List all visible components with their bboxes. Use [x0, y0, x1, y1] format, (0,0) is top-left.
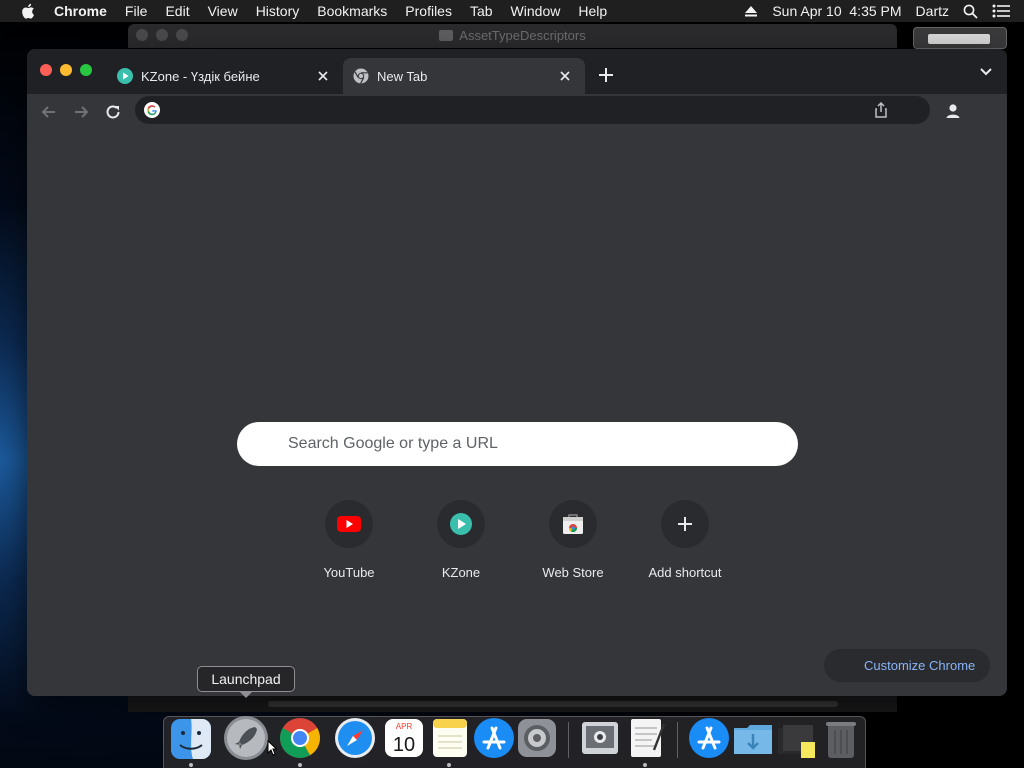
- preview-icon[interactable]: [578, 716, 622, 760]
- shortcut-tile: [661, 500, 709, 548]
- profile-avatar-icon[interactable]: [942, 100, 964, 122]
- running-indicator: [189, 763, 193, 767]
- calendar-icon[interactable]: APR 10: [382, 716, 426, 760]
- chrome-window: KZone - Үздік бейне New Tab Search Googl…: [27, 49, 1007, 696]
- finder-icon[interactable]: [169, 717, 213, 761]
- shortcut-label: YouTube: [323, 565, 375, 580]
- eject-icon[interactable]: [744, 5, 758, 17]
- menu-bar: Chrome File Edit View History Bookmarks …: [0, 0, 1024, 22]
- new-tab-page: Search Google or type a URL YouTube KZon…: [27, 130, 1007, 696]
- system-preferences-icon[interactable]: [515, 716, 559, 760]
- search-box[interactable]: Search Google or type a URL: [237, 422, 798, 466]
- app-store-icon[interactable]: [472, 716, 516, 760]
- folder-icon: [439, 30, 454, 41]
- textedit-icon[interactable]: [624, 716, 668, 760]
- notes-icon[interactable]: [428, 716, 472, 760]
- google-g-icon: [144, 102, 160, 118]
- app-store-icon[interactable]: [687, 716, 731, 760]
- background-window-scrollbar: [128, 696, 897, 712]
- background-window-title: AssetTypeDescriptors: [459, 28, 586, 43]
- running-indicator: [298, 763, 302, 767]
- shortcut-kzone[interactable]: KZone: [405, 500, 517, 580]
- shortcut-youtube[interactable]: YouTube: [293, 500, 405, 580]
- new-tab-plus-icon[interactable]: [596, 65, 616, 85]
- dock-separator: [568, 722, 569, 758]
- running-indicator: [643, 763, 647, 767]
- mouse-cursor-icon: [267, 740, 277, 756]
- close-icon[interactable]: [315, 68, 331, 84]
- shortcut-label: KZone: [441, 565, 481, 580]
- chrome-icon: [353, 68, 369, 84]
- menu-view[interactable]: View: [208, 3, 238, 19]
- safari-icon[interactable]: [333, 716, 377, 760]
- trash-icon[interactable]: [819, 716, 863, 760]
- customize-chrome-button[interactable]: Customize Chrome: [824, 649, 990, 682]
- menu-file[interactable]: File: [125, 3, 148, 19]
- address-bar[interactable]: [135, 96, 930, 124]
- plus-icon: [678, 517, 692, 531]
- share-icon[interactable]: [874, 102, 888, 118]
- menu-user[interactable]: Dartz: [916, 3, 949, 19]
- menu-window[interactable]: Window: [511, 3, 561, 19]
- shortcut-add[interactable]: Add shortcut: [629, 500, 741, 580]
- menu-date-time[interactable]: Sun Apr 10 4:35 PM: [772, 3, 901, 19]
- tab-title: New Tab: [377, 68, 428, 84]
- menu-app-name[interactable]: Chrome: [54, 3, 107, 19]
- calendar-day: 10: [393, 734, 415, 756]
- menu-tab[interactable]: Tab: [470, 3, 493, 19]
- menu-history[interactable]: History: [256, 3, 300, 19]
- tab-strip: KZone - Үздік бейне New Tab: [27, 49, 1007, 94]
- downloads-folder-icon[interactable]: [731, 716, 775, 760]
- window-minimize-button[interactable]: [60, 64, 72, 76]
- control-center-icon[interactable]: [992, 4, 1010, 18]
- shortcut-tile: [437, 500, 485, 548]
- running-indicator: [447, 763, 451, 767]
- kzone-icon: [450, 513, 472, 535]
- shortcut-label: Web Store: [542, 565, 604, 580]
- shortcut-web-store[interactable]: Web Store: [517, 500, 629, 580]
- window-close-button[interactable]: [40, 64, 52, 76]
- dock-separator: [677, 722, 678, 758]
- shortcut-tile: [549, 500, 597, 548]
- youtube-icon: [337, 516, 361, 532]
- menu-bookmarks[interactable]: Bookmarks: [317, 3, 387, 19]
- toolbar: [27, 94, 1007, 130]
- background-window[interactable]: AssetTypeDescriptors: [128, 24, 897, 48]
- spotlight-search-icon[interactable]: [963, 4, 978, 19]
- chrome-app-icon[interactable]: [278, 716, 322, 760]
- shortcut-tile: [325, 500, 373, 548]
- forward-arrow-icon[interactable]: [70, 101, 92, 123]
- dock-tooltip: Launchpad: [197, 666, 295, 698]
- kzone-icon: [117, 68, 133, 84]
- tab-title: KZone - Үздік бейне: [141, 68, 260, 84]
- web-store-icon: [563, 514, 583, 534]
- tab-kzone[interactable]: KZone - Үздік бейне: [107, 58, 343, 94]
- menu-edit[interactable]: Edit: [165, 3, 189, 19]
- background-window-title-row: AssetTypeDescriptors: [128, 28, 897, 43]
- background-window-thumbnail[interactable]: [913, 27, 1007, 49]
- stack-icon[interactable]: [775, 716, 819, 760]
- menu-help[interactable]: Help: [578, 3, 607, 19]
- window-zoom-button[interactable]: [80, 64, 92, 76]
- menu-profiles[interactable]: Profiles: [405, 3, 452, 19]
- back-arrow-icon[interactable]: [38, 101, 60, 123]
- shortcut-label: Add shortcut: [648, 565, 722, 580]
- close-icon[interactable]: [557, 68, 573, 84]
- tab-new-tab[interactable]: New Tab: [343, 58, 585, 94]
- chevron-down-icon[interactable]: [979, 67, 993, 77]
- launchpad-icon[interactable]: [222, 714, 270, 762]
- dock-tooltip-text: Launchpad: [211, 671, 281, 687]
- reload-icon[interactable]: [102, 101, 124, 123]
- calendar-month: APR: [396, 722, 413, 731]
- apple-icon[interactable]: [20, 2, 38, 20]
